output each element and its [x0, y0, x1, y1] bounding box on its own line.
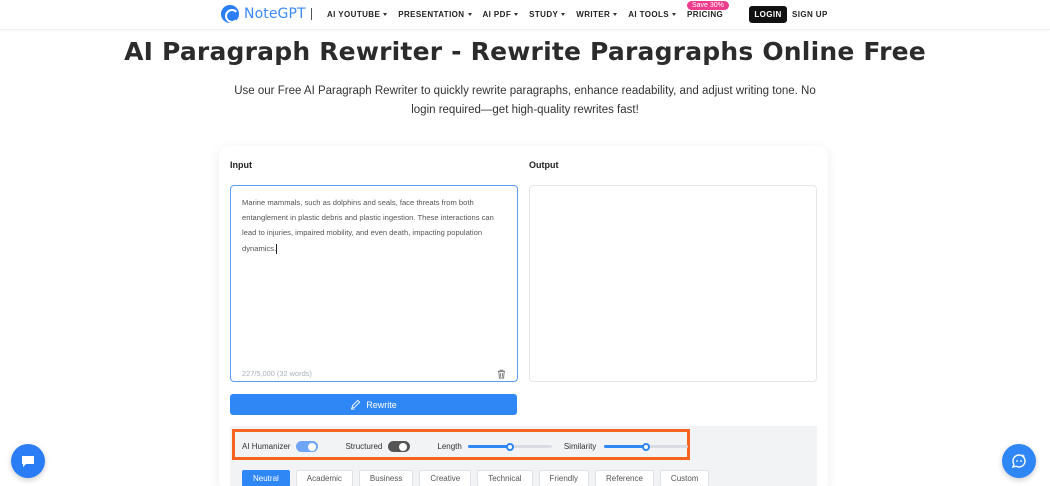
ai-humanizer-toggle[interactable] [296, 441, 319, 452]
nav-item-label: STUDY [529, 10, 559, 19]
tone-creative-button[interactable]: Creative [419, 470, 472, 486]
chevron-down-icon [561, 13, 566, 16]
tone-selector: Neutral Academic Business Creative Technical… [242, 470, 710, 486]
length-slider[interactable] [467, 442, 552, 451]
notegpt-logo-icon [221, 5, 239, 23]
nav-item-ai-youtube[interactable]: AI YOUTUBE [327, 10, 388, 19]
tone-reference-button[interactable]: Reference [595, 470, 654, 486]
chevron-down-icon [467, 13, 472, 16]
signup-link[interactable]: SIGN UP [792, 10, 828, 19]
chevron-down-icon [672, 13, 677, 16]
toggle-knob [399, 442, 408, 451]
assistant-button[interactable] [1002, 444, 1036, 478]
tone-technical-button[interactable]: Technical [477, 470, 533, 486]
chevron-down-icon [613, 13, 618, 16]
output-textarea[interactable] [529, 185, 817, 382]
character-count: 227/5,000 (32 words) [242, 369, 312, 378]
nav-item-label: AI PDF [482, 10, 512, 19]
slider-fill [604, 445, 647, 448]
input-text: Marine mammals, such as dolphins and sea… [242, 198, 494, 253]
input-text-wrapper: Marine mammals, such as dolphins and sea… [242, 195, 506, 256]
nav-item-writer[interactable]: WRITER [576, 10, 618, 19]
input-label: Input [230, 160, 252, 170]
chat-icon [22, 456, 34, 467]
tone-business-button[interactable]: Business [358, 470, 414, 486]
chat-button[interactable] [11, 444, 45, 478]
page-title: AI Paragraph Rewriter - Rewrite Paragrap… [124, 37, 926, 66]
nav-item-label: AI TOOLS [628, 10, 670, 19]
rewrite-button[interactable]: Rewrite [230, 394, 517, 415]
page-subtitle: Use our Free AI Paragraph Rewriter to qu… [234, 85, 816, 116]
structured-toggle[interactable] [388, 441, 411, 452]
slider-thumb[interactable] [642, 442, 651, 451]
nav-divider [311, 8, 312, 20]
nav-item-ai-pdf[interactable]: AI PDF [483, 10, 519, 19]
structured-label: Structured [345, 442, 383, 451]
nav-item-study[interactable]: STUDY [529, 10, 566, 19]
nav-item-label: WRITER [576, 10, 611, 19]
notegpt-logo[interactable]: NoteGPT [221, 5, 306, 23]
tone-custom-button[interactable]: Custom [659, 470, 710, 486]
output-label: Output [529, 160, 559, 170]
text-cursor [276, 243, 278, 254]
nav-item-presentation[interactable]: PRESENTATION [398, 10, 472, 19]
tone-neutral-button[interactable]: Neutral [242, 470, 290, 486]
trash-icon[interactable] [497, 369, 506, 379]
logo-text: NoteGPT [244, 6, 306, 22]
tone-academic-button[interactable]: Academic [295, 470, 353, 486]
pricing-discount-badge: Save 30% [687, 1, 729, 10]
tone-friendly-button[interactable]: Friendly [538, 470, 589, 486]
toggle-knob [308, 442, 317, 451]
nav-item-label: PRICING [687, 10, 724, 19]
length-label: Length [437, 442, 462, 451]
chevron-down-icon [514, 13, 519, 16]
nav-item-label: AI YOUTUBE [327, 10, 381, 19]
similarity-label: Similarity [563, 442, 597, 451]
options-row: AI Humanizer Structured Length Similarit… [242, 441, 700, 452]
main-nav: AI YOUTUBE PRESENTATION AI PDF STUDY WRI… [327, 10, 734, 19]
nav-item-ai-tools[interactable]: AI TOOLS [628, 10, 677, 19]
nav-item-label: PRESENTATION [398, 10, 465, 19]
slider-fill [467, 445, 510, 448]
chevron-down-icon [383, 13, 388, 16]
ai-humanizer-label: AI Humanizer [242, 442, 291, 451]
top-navbar: NoteGPT AI YOUTUBE PRESENTATION AI PDF S… [0, 0, 1050, 30]
similarity-slider[interactable] [604, 442, 689, 451]
nav-item-pricing[interactable]: PRICING [687, 10, 723, 19]
rewrite-button-label: Rewrite [366, 399, 397, 410]
rewrite-icon [351, 399, 361, 410]
assistant-icon [1011, 454, 1026, 469]
input-textarea[interactable]: Marine mammals, such as dolphins and sea… [230, 185, 518, 382]
slider-thumb[interactable] [505, 442, 514, 451]
login-button[interactable]: LOGIN [749, 6, 787, 23]
